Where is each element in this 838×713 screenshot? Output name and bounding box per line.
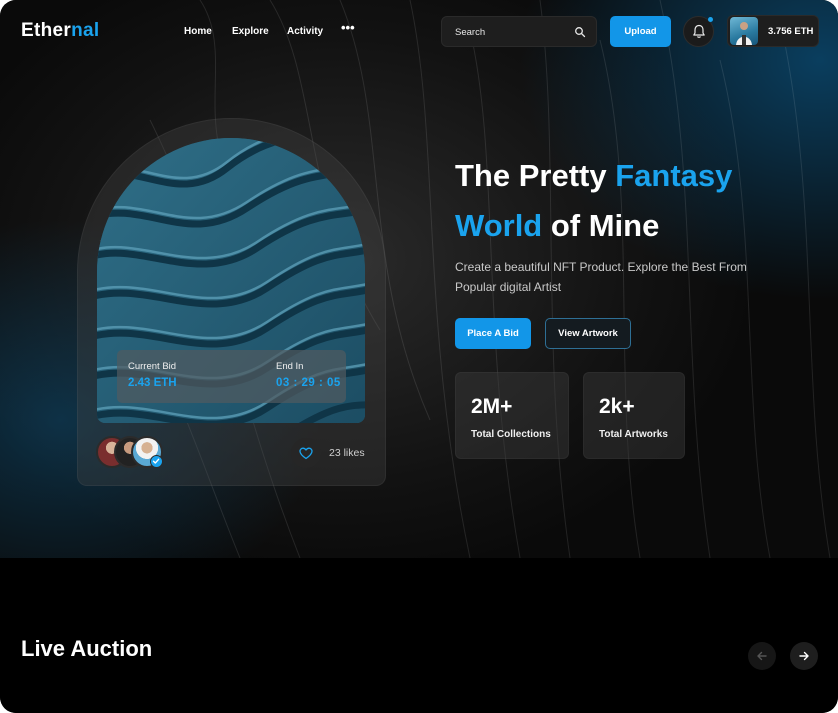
nav-activity[interactable]: Activity <box>287 26 323 37</box>
current-bid-label: Current Bid <box>128 361 177 372</box>
stat-value: 2M+ <box>471 395 513 418</box>
hero-title: The Pretty Fantasy World of Mine <box>455 151 732 251</box>
bid-info-panel: Current Bid 2.43 ETH End In 03 : 29 : 05 <box>117 350 346 403</box>
avatar <box>730 17 758 45</box>
arrow-left-icon <box>757 651 767 661</box>
hero-title-highlight-2: World <box>455 208 543 243</box>
nav-explore[interactable]: Explore <box>232 26 269 37</box>
arrow-right-icon <box>799 651 809 661</box>
nav-more-menu[interactable]: ••• <box>341 20 355 35</box>
current-bid-value: 2.43 ETH <box>128 377 177 389</box>
stat-card-artworks: 2k+ Total Artworks <box>583 372 685 459</box>
end-in-label: End In <box>276 361 304 372</box>
hero-title-highlight-1: Fantasy <box>615 158 733 193</box>
brand-logo[interactable]: Ethernal <box>21 20 99 42</box>
bell-icon <box>693 24 705 38</box>
carousel-prev-button[interactable] <box>748 642 776 670</box>
hero-title-line1: The Pretty <box>455 158 616 193</box>
hero-title-line2: of Mine <box>542 208 660 243</box>
notification-dot <box>708 17 713 22</box>
stat-label: Total Artworks <box>599 429 668 440</box>
upload-button[interactable]: Upload <box>610 16 671 47</box>
place-bid-button[interactable]: Place A Bid <box>455 318 531 349</box>
carousel-next-button[interactable] <box>790 642 818 670</box>
logo-text-accent: nal <box>71 20 100 41</box>
balance-text: 3.756 ETH <box>768 26 814 37</box>
section-title: Live Auction <box>21 636 153 661</box>
search-input[interactable]: Search <box>441 16 597 47</box>
stat-value: 2k+ <box>599 395 635 418</box>
wallet-balance[interactable]: 3.756 ETH <box>727 15 819 47</box>
view-artwork-button[interactable]: View Artwork <box>545 318 631 349</box>
stat-card-collections: 2M+ Total Collections <box>455 372 569 459</box>
search-placeholder: Search <box>455 27 486 38</box>
nav-home[interactable]: Home <box>184 26 212 37</box>
hero-subtitle: Create a beautiful NFT Product. Explore … <box>455 260 747 294</box>
like-button[interactable] <box>291 438 321 468</box>
verified-check-icon <box>150 455 163 468</box>
stat-label: Total Collections <box>471 429 551 440</box>
heart-icon <box>299 447 313 460</box>
logo-text-primary: Ether <box>21 20 72 41</box>
countdown-timer: 03 : 29 : 05 <box>276 377 341 389</box>
search-icon <box>575 27 586 38</box>
likes-count: 23 likes <box>329 447 365 459</box>
